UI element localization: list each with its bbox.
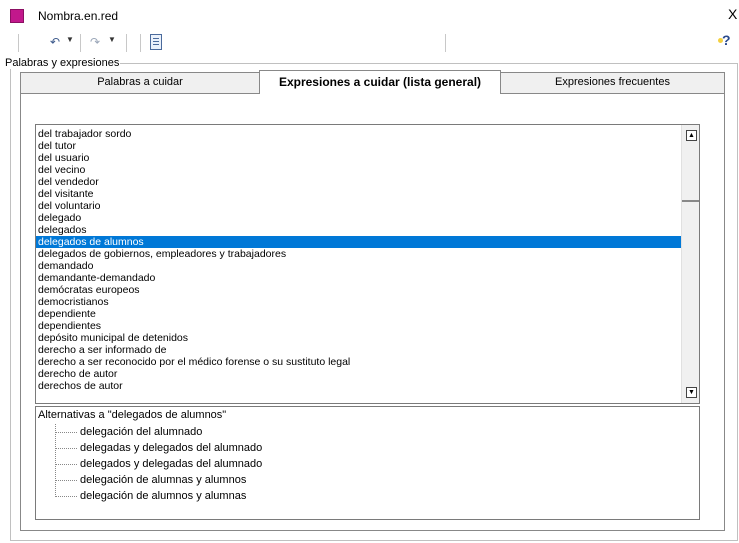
list-item[interactable]: dependientes bbox=[36, 320, 683, 332]
undo-dropdown-icon[interactable]: ▼ bbox=[66, 35, 74, 44]
list-item[interactable]: delegados de alumnos bbox=[36, 236, 683, 248]
tree-branch bbox=[55, 431, 77, 433]
list-item[interactable]: dependiente bbox=[36, 308, 683, 320]
list-item[interactable]: derecho a ser informado de bbox=[36, 344, 683, 356]
list-item[interactable]: del visitante bbox=[36, 188, 683, 200]
alternative-label: delegadas y delegados del alumnado bbox=[80, 442, 263, 454]
tree-branch bbox=[55, 495, 77, 497]
tree-branch bbox=[55, 479, 77, 481]
alternative-item[interactable]: delegación de alumnas y alumnos bbox=[55, 473, 246, 487]
redo-dropdown-icon[interactable]: ▼ bbox=[108, 35, 116, 44]
tree-branch bbox=[55, 463, 77, 465]
group-label: Palabras y expresiones bbox=[4, 57, 121, 69]
tab-expresiones-frecuentes[interactable]: Expresiones frecuentes bbox=[500, 72, 725, 93]
list-item[interactable]: del vecino bbox=[36, 164, 683, 176]
list-item[interactable]: del tutor bbox=[36, 140, 683, 152]
tab-palabras-a-cuidar[interactable]: Palabras a cuidar bbox=[20, 72, 260, 93]
title-bar: Nombra.en.red X bbox=[0, 0, 739, 30]
list-item[interactable]: demócratas europeos bbox=[36, 284, 683, 296]
tab-expresiones-a-cuidar[interactable]: Expresiones a cuidar (lista general) bbox=[259, 70, 501, 94]
list-item[interactable]: derecho a ser reconocido por el médico f… bbox=[36, 356, 683, 368]
redo-icon[interactable]: ↷ bbox=[90, 35, 100, 51]
window-title: Nombra.en.red bbox=[38, 9, 119, 23]
scroll-up-icon[interactable]: ▲ bbox=[686, 130, 697, 141]
list-item[interactable]: del usuario bbox=[36, 152, 683, 164]
tree-branch bbox=[55, 447, 77, 449]
list-item[interactable]: delegados de gobiernos, empleadores y tr… bbox=[36, 248, 683, 260]
list-item[interactable]: del trabajador sordo bbox=[36, 128, 683, 140]
alternative-label: delegados y delegadas del alumnado bbox=[80, 458, 263, 470]
close-icon[interactable]: X bbox=[728, 6, 737, 22]
list-item[interactable]: delegados bbox=[36, 224, 683, 236]
help-icon[interactable]: ? bbox=[718, 32, 731, 48]
document-icon[interactable] bbox=[150, 34, 162, 50]
list-scrollbar[interactable]: ▲ ▼ bbox=[681, 125, 699, 403]
list-item[interactable]: derechos de autor bbox=[36, 380, 683, 392]
toolbar-separator bbox=[140, 34, 141, 52]
scroll-thumb[interactable] bbox=[682, 200, 699, 202]
list-item[interactable]: demandante-demandado bbox=[36, 272, 683, 284]
alternative-item[interactable]: delegación del alumnado bbox=[55, 425, 202, 439]
alternative-item[interactable]: delegación de alumnos y alumnas bbox=[55, 489, 246, 503]
list-item[interactable]: del voluntario bbox=[36, 200, 683, 212]
alternative-label: delegación del alumnado bbox=[80, 426, 203, 438]
toolbar-separator bbox=[126, 34, 127, 52]
list-item[interactable]: democristianos bbox=[36, 296, 683, 308]
toolbar-separator bbox=[80, 34, 81, 52]
toolbar-separator bbox=[445, 34, 446, 52]
alternatives-header: Alternativas a "delegados de alumnos" bbox=[38, 409, 227, 421]
alternatives-panel: Alternativas a "delegados de alumnos" de… bbox=[35, 406, 700, 520]
alternative-label: delegación de alumnas y alumnos bbox=[80, 474, 247, 486]
list-item[interactable]: demandado bbox=[36, 260, 683, 272]
list-item[interactable]: delegado bbox=[36, 212, 683, 224]
undo-icon[interactable]: ↶ bbox=[50, 35, 60, 51]
alternative-item[interactable]: delegadas y delegados del alumnado bbox=[55, 441, 262, 455]
toolbar-separator bbox=[18, 34, 19, 52]
expressions-list[interactable]: del trabajador sordo del tutor del usuario… bbox=[35, 124, 700, 404]
toolbar: ↶ ▼ ↷ ▼ bbox=[0, 30, 739, 58]
alternative-item[interactable]: delegados y delegadas del alumnado bbox=[55, 457, 262, 471]
list-item[interactable]: derecho de autor bbox=[36, 368, 683, 380]
alternative-label: delegación de alumnos y alumnas bbox=[80, 490, 247, 502]
list-item[interactable]: depósito municipal de detenidos bbox=[36, 332, 683, 344]
scroll-down-icon[interactable]: ▼ bbox=[686, 387, 697, 398]
list-item[interactable]: del vendedor bbox=[36, 176, 683, 188]
app-icon bbox=[10, 9, 24, 23]
